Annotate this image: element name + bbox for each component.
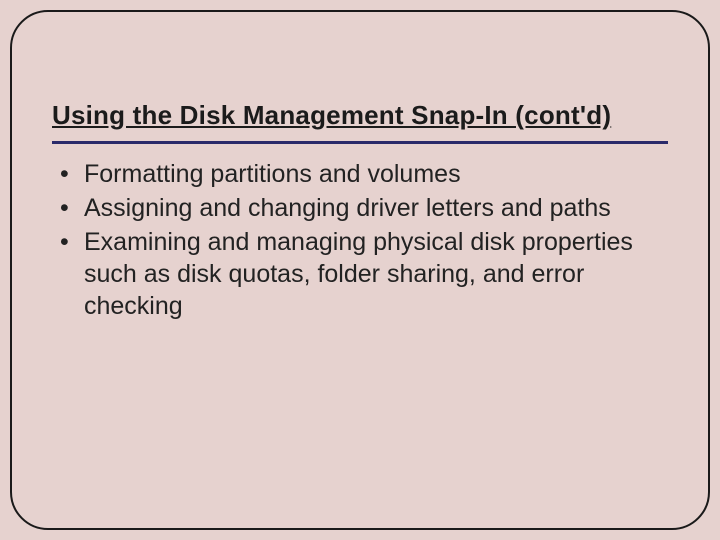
slide-frame: Using the Disk Management Snap-In (cont'… (10, 10, 710, 530)
list-item: Examining and managing physical disk pro… (56, 226, 668, 322)
bullet-list: Formatting partitions and volumes Assign… (52, 158, 668, 322)
list-item: Assigning and changing driver letters an… (56, 192, 668, 224)
slide-title: Using the Disk Management Snap-In (cont'… (52, 100, 668, 144)
list-item: Formatting partitions and volumes (56, 158, 668, 190)
slide-content: Using the Disk Management Snap-In (cont'… (52, 100, 668, 324)
